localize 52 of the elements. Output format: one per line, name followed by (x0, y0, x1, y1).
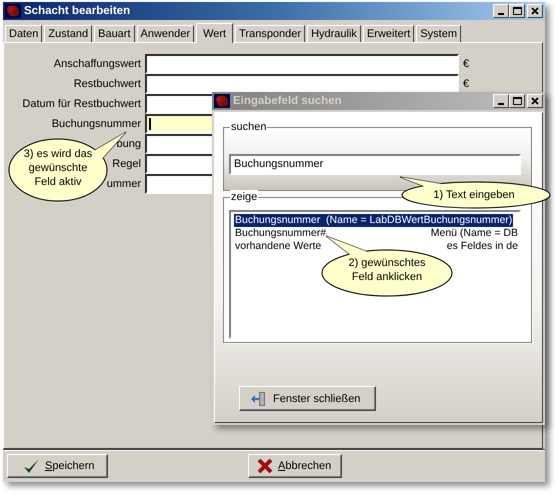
maximize-button[interactable] (509, 4, 525, 18)
list-item[interactable]: Buchungsnummer (Name = LabDBWertBuchungsnummer) (234, 214, 514, 227)
field-label: Buchungsnummer (52, 117, 141, 132)
list-item[interactable]: vorhandene Werte es Feldes in de (234, 240, 519, 253)
currency-unit: € (463, 58, 470, 70)
tab[interactable]: Anwender (136, 25, 194, 42)
input-field[interactable] (145, 54, 459, 74)
close-icon (531, 7, 539, 15)
callout-text: 3) es wird das gewünschte Feld aktiv (22, 147, 94, 189)
minimize-button[interactable] (493, 4, 509, 18)
tab[interactable]: Bauart (94, 25, 135, 42)
currency-unit: € (463, 78, 470, 90)
minimize-icon (498, 13, 504, 15)
callout-text: 2) gewünschtes Feld anklicken (347, 256, 427, 284)
maximize-icon (512, 7, 522, 15)
search-field[interactable]: Buchungsnummer (229, 154, 521, 175)
field-label: Datum für Restbuchwert (22, 97, 141, 112)
cross-icon (257, 458, 273, 474)
field-label: Restbuchwert (74, 77, 141, 92)
tab[interactable]: Zustand (44, 25, 92, 42)
list-item-text: es Feldes in de (446, 240, 518, 253)
tab[interactable]: Wert (196, 23, 234, 43)
group-label: zeige (230, 190, 258, 204)
tab[interactable]: Erweitert (362, 25, 414, 42)
tab[interactable]: Daten (5, 25, 42, 42)
close-icon (531, 97, 539, 105)
close-button[interactable] (527, 4, 543, 18)
list-item-text: Buchungsnummer# (235, 227, 326, 240)
group-label: suchen (230, 120, 268, 134)
list-item-text: vorhandene Werte (235, 240, 322, 253)
field-label: ummer (106, 177, 141, 192)
tab[interactable]: System (416, 25, 462, 42)
field-label: bung (116, 137, 141, 152)
text-cursor (149, 118, 151, 130)
maximize-icon (512, 97, 522, 105)
callout-text: 1) Text eingeben (432, 188, 516, 202)
tab[interactable]: Hydraulik (307, 25, 361, 42)
list-item[interactable]: Buchungsnummer# Menü (Name = DB (234, 227, 519, 240)
field-label: Regel (112, 157, 141, 172)
cancel-button[interactable]: Abbrechen (248, 454, 342, 478)
minimize-icon (498, 103, 504, 105)
app-icon (5, 4, 21, 18)
save-button[interactable]: Speichern (7, 454, 108, 478)
window-title: Eingabefeld suchen (233, 95, 342, 107)
app-icon (214, 94, 230, 108)
window-title: Schacht bearbeiten (24, 5, 130, 17)
input-field[interactable] (145, 74, 459, 94)
list-item-text: Menü (Name = DB (430, 227, 518, 240)
tab[interactable]: Transponder (235, 25, 306, 42)
close-window-button[interactable]: Fenster schließen (239, 386, 376, 411)
door-exit-icon (250, 390, 268, 408)
field-label: Anschaffungswert (54, 57, 141, 72)
